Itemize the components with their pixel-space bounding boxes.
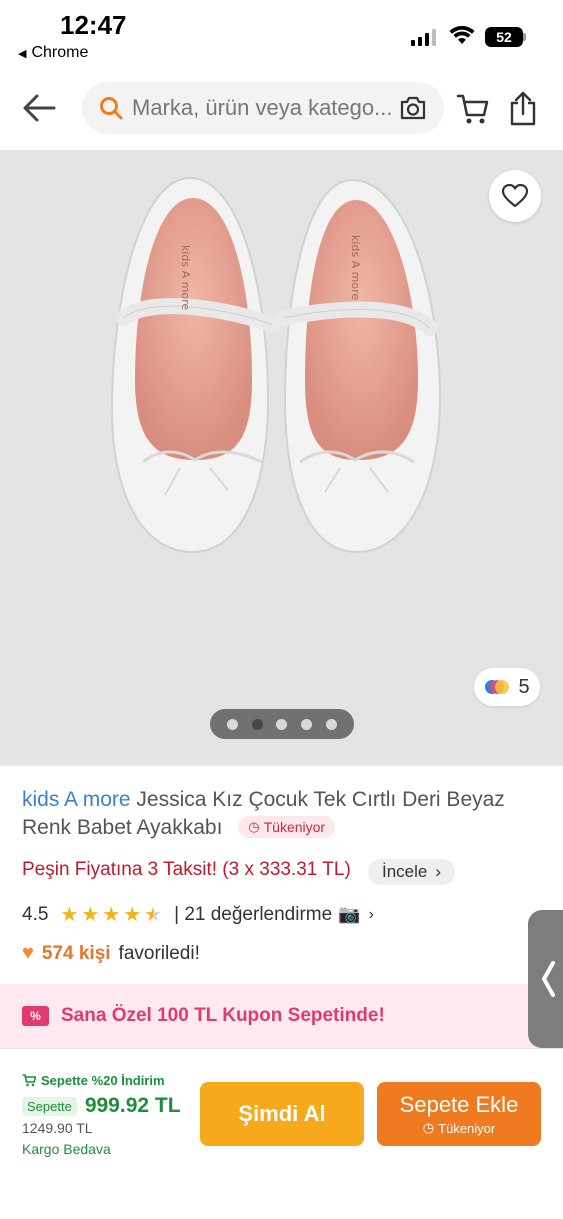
add-to-cart-button[interactable]: Sepete Ekle ◷ Tükeniyor — [377, 1082, 541, 1146]
cart-icon[interactable] — [456, 92, 490, 126]
star-icon: ★ — [123, 904, 142, 926]
left-shoe: kids A more — [110, 176, 280, 554]
clock-icon: ◷ — [248, 819, 260, 834]
battery-tip — [523, 33, 526, 41]
status-time: 12:47 — [60, 10, 127, 40]
low-stock-label: Tükeniyor — [263, 819, 326, 835]
discounted-price: 999.92 TL — [84, 1094, 181, 1117]
product-image-gallery[interactable]: kids A more kids A more 5 — [0, 150, 563, 766]
brand-link[interactable]: kids A more — [22, 788, 131, 811]
share-icon[interactable] — [508, 90, 538, 126]
variant-count: 5 — [518, 675, 530, 698]
gallery-dot[interactable] — [326, 718, 338, 730]
top-header — [0, 72, 563, 150]
favorites-count: 574 kişi — [41, 942, 111, 964]
gallery-dot[interactable] — [301, 718, 313, 730]
back-app-label: Chrome — [31, 44, 89, 61]
coupon-banner[interactable]: % Sana Özel 100 TL Kupon Sepetinde! — [0, 984, 563, 1048]
star-icon: ★ — [60, 904, 79, 926]
chevron-right-icon: › — [435, 862, 442, 881]
favorites-text: favoriledi! — [118, 942, 200, 964]
chevron-left-icon — [542, 961, 555, 997]
color-variants-button[interactable]: 5 — [474, 668, 540, 706]
small-cart-icon — [22, 1074, 36, 1087]
cart-discount-line: Sepette %20 İndirim — [22, 1073, 165, 1088]
battery-indicator: 52 — [485, 27, 523, 47]
edge-back-handle[interactable] — [528, 910, 563, 1048]
cart-price-badge: Sepette — [22, 1096, 77, 1116]
star-icon: ★ — [102, 904, 121, 926]
review-count: | 21 değerlendirme — [174, 903, 333, 925]
back-to-app-link[interactable]: ◀ Chrome — [18, 44, 88, 62]
heart-icon — [502, 184, 528, 208]
orange-heart-icon: ♥ — [22, 942, 34, 964]
half-star-icon: ★ — [144, 904, 163, 926]
shoe-print-left: kids A more — [179, 245, 192, 310]
gallery-dot[interactable] — [226, 718, 238, 730]
bottom-action-bar: Sepette %20 İndirim Sepette 999.92 TL 12… — [0, 1048, 563, 1219]
search-input[interactable] — [132, 95, 394, 121]
installment-details-label: İncele — [382, 862, 428, 881]
color-swatches-icon — [485, 680, 510, 694]
shoe-print-right: kids A more — [349, 235, 362, 300]
search-icon — [100, 97, 123, 120]
add-to-cart-sublabel: ◷ Tükeniyor — [423, 1120, 495, 1136]
clock-icon: ◷ — [422, 1120, 435, 1135]
gallery-pagination[interactable] — [210, 709, 354, 739]
back-triangle-icon: ◀ — [18, 47, 27, 60]
add-to-cart-stock-label: Tükeniyor — [438, 1120, 496, 1136]
gallery-dot[interactable] — [276, 718, 288, 730]
product-title: kids A more Jessica Kız Çocuk Tek Cırtlı… — [22, 786, 542, 842]
gallery-dot-active[interactable] — [251, 718, 263, 730]
rating-row[interactable]: 4.5 ★ ★ ★ ★ ★ | 21 değerlendirme 📷 › — [22, 902, 374, 927]
cellular-signal-icon — [411, 28, 436, 46]
price-row: Sepette 999.92 TL — [22, 1094, 181, 1118]
star-icon: ★ — [81, 904, 100, 926]
cart-discount-label: Sepette %20 İndirim — [41, 1073, 165, 1088]
add-to-cart-label: Sepete Ekle — [399, 1092, 519, 1117]
original-price: 1249.90 TL — [22, 1120, 93, 1136]
wifi-icon — [449, 26, 475, 44]
low-stock-badge: ◷ Tükeniyor — [238, 816, 336, 838]
coupon-text: Sana Özel 100 TL Kupon Sepetinde! — [61, 1005, 385, 1026]
installment-details-button[interactable]: İncele › — [368, 859, 456, 885]
search-bar[interactable] — [82, 82, 444, 134]
rating-stars: ★ ★ ★ ★ ★ — [60, 902, 162, 927]
favorites-info: ♥ 574 kişi favoriledi! — [22, 942, 200, 965]
camera-icon: 📷 — [338, 904, 361, 924]
buy-now-button[interactable]: Şimdi Al — [200, 1082, 364, 1146]
rating-value: 4.5 — [22, 903, 49, 925]
chevron-right-icon: › — [368, 905, 374, 923]
installment-text: Peşin Fiyatına 3 Taksit! (3 x 333.31 TL) — [22, 859, 351, 880]
favorite-button[interactable] — [489, 170, 541, 222]
status-bar: 12:47 ◀ Chrome 52 — [0, 0, 563, 72]
right-shoe: kids A more — [276, 178, 442, 554]
back-arrow-icon[interactable] — [20, 90, 60, 126]
free-shipping-label: Kargo Bedava — [22, 1141, 111, 1157]
camera-search-icon[interactable] — [398, 94, 428, 122]
coupon-ticket-icon: % — [22, 1006, 49, 1026]
